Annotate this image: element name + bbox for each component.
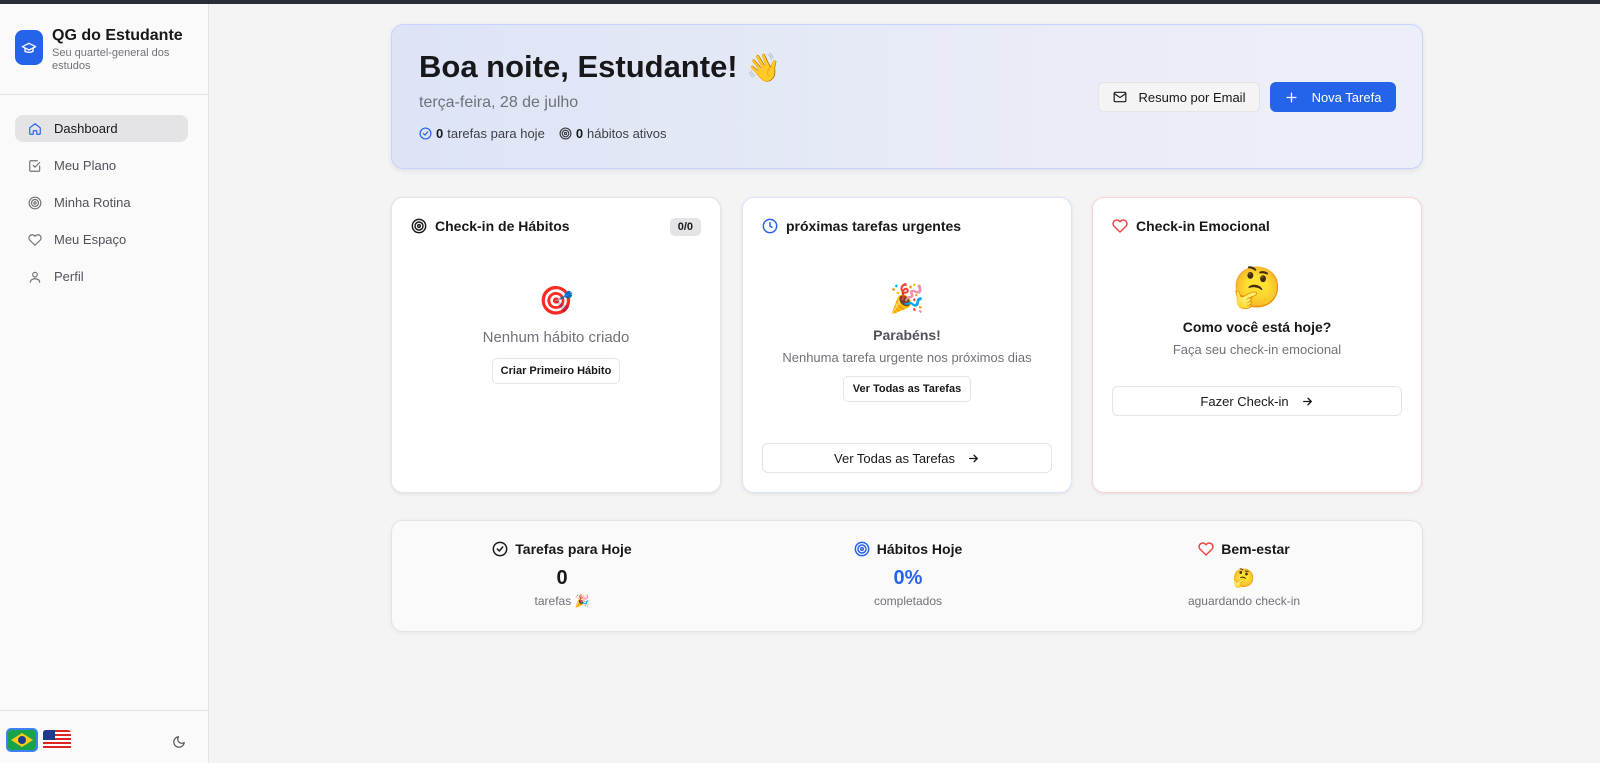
card-title: próximas tarefas urgentes bbox=[762, 218, 961, 234]
sidebar-nav: Dashboard Meu Plano Minha Rotina Meu Esp… bbox=[15, 115, 188, 300]
view-all-tasks-small-button[interactable]: Ver Todas as Tarefas bbox=[843, 376, 971, 402]
hero-stats: 0 tarefas para hoje 0 hábitos ativos bbox=[419, 126, 681, 141]
mail-icon bbox=[1113, 91, 1126, 103]
window-top-bar bbox=[0, 0, 1600, 4]
divider bbox=[0, 710, 208, 711]
check-circle-icon bbox=[492, 541, 508, 557]
summary-wellbeing-sub: aguardando check-in bbox=[1187, 594, 1301, 608]
create-first-habit-button[interactable]: Criar Primeiro Hábito bbox=[492, 358, 620, 384]
summary-habits-title: Hábitos Hoje bbox=[876, 541, 963, 557]
habits-checkin-card: Check-in de Hábitos 0/0 🎯 Nenhum hábito … bbox=[391, 197, 721, 493]
sidebar: QG do Estudante Seu quartel-general dos … bbox=[0, 4, 209, 763]
tasks-count: 0 bbox=[436, 126, 444, 141]
home-icon bbox=[28, 122, 42, 136]
card-title: Check-in de Hábitos bbox=[411, 218, 570, 234]
sidebar-item-meu-plano[interactable]: Meu Plano bbox=[15, 152, 188, 179]
summary-tasks-value: 0 bbox=[556, 567, 568, 589]
empty-habits-text: Nenhum hábito criado bbox=[482, 329, 630, 346]
habits-card-title: Check-in de Hábitos bbox=[435, 218, 570, 234]
urgent-tasks-card: próximas tarefas urgentes 🎉 Parabéns! Ne… bbox=[742, 197, 1072, 493]
check-circle-icon bbox=[419, 127, 432, 140]
congrats-heading: Parabéns! bbox=[873, 327, 941, 343]
current-date: terça-feira, 28 de julho bbox=[419, 94, 579, 111]
clock-icon bbox=[762, 218, 778, 234]
direct-hit-icon: 🎯 bbox=[538, 285, 574, 316]
view-all-tasks-label: Ver Todas as Tarefas bbox=[834, 450, 955, 466]
tasks-label: tarefas para hoje bbox=[447, 126, 545, 141]
summary-habits-sub: completados bbox=[873, 594, 943, 608]
heart-icon bbox=[1112, 219, 1128, 233]
greeting-banner: Boa noite, Estudante! 👋 terça-feira, 28 … bbox=[391, 24, 1423, 169]
party-popper-icon: 🎉 bbox=[889, 283, 925, 314]
moon-icon[interactable] bbox=[172, 735, 188, 751]
heart-icon bbox=[28, 233, 42, 247]
email-summary-label: Resumo por Email bbox=[1138, 89, 1246, 105]
checkbox-icon bbox=[28, 159, 42, 173]
user-icon bbox=[28, 270, 42, 284]
sidebar-item-meu-espaco[interactable]: Meu Espaço bbox=[15, 226, 188, 253]
usa-flag-icon[interactable] bbox=[43, 730, 71, 750]
summary-tasks-sub: tarefas 🎉 bbox=[534, 594, 590, 608]
new-task-button[interactable]: Nova Tarefa bbox=[1270, 82, 1396, 112]
mood-subtext: Faça seu check-in emocional bbox=[1172, 342, 1342, 357]
habits-count: 0 bbox=[575, 126, 584, 141]
sidebar-item-label: Meu Plano bbox=[54, 158, 117, 173]
waving-hand-icon: 👋 bbox=[746, 52, 782, 83]
target-icon bbox=[854, 541, 870, 557]
app-subtitle: Seu quartel-general dos estudos bbox=[52, 47, 170, 72]
target-icon bbox=[28, 196, 42, 210]
graduation-cap-icon bbox=[15, 30, 43, 65]
sidebar-item-label: Dashboard bbox=[54, 121, 118, 136]
summary-tasks-title: Tarefas para Hoje bbox=[515, 541, 632, 557]
email-summary-button[interactable]: Resumo por Email bbox=[1098, 82, 1260, 112]
thinking-face-icon: 🤔 bbox=[1232, 568, 1256, 588]
habits-label: hábitos ativos bbox=[587, 126, 667, 141]
summary-habits: Hábitos Hoje 0% completados bbox=[778, 541, 1038, 608]
card-title: Check-in Emocional bbox=[1112, 218, 1270, 234]
do-checkin-button[interactable]: Fazer Check-in bbox=[1112, 386, 1402, 416]
target-icon bbox=[559, 127, 572, 140]
divider bbox=[0, 94, 208, 95]
new-task-label: Nova Tarefa bbox=[1311, 89, 1382, 105]
arrow-right-icon bbox=[969, 454, 978, 462]
sidebar-item-label: Perfil bbox=[54, 269, 84, 284]
sidebar-item-minha-rotina[interactable]: Minha Rotina bbox=[15, 189, 188, 216]
sidebar-item-label: Meu Espaço bbox=[54, 232, 127, 247]
do-checkin-label: Fazer Check-in bbox=[1200, 393, 1289, 409]
app-title: QG do Estudante bbox=[52, 27, 183, 44]
plus-icon bbox=[1286, 91, 1297, 103]
view-all-tasks-button[interactable]: Ver Todas as Tarefas bbox=[762, 443, 1052, 473]
heart-icon bbox=[1198, 542, 1214, 556]
brand[interactable]: QG do Estudante Seu quartel-general dos … bbox=[15, 26, 187, 73]
summary-wellbeing-title: Bem-estar bbox=[1221, 541, 1290, 557]
summary-wellbeing: Bem-estar 🤔 aguardando check-in bbox=[1114, 541, 1374, 608]
emotional-checkin-card: Check-in Emocional 🤔 Como você está hoje… bbox=[1092, 197, 1422, 493]
sidebar-item-label: Minha Rotina bbox=[54, 195, 131, 210]
no-urgent-tasks-text: Nenhuma tarefa urgente nos próximos dias bbox=[782, 350, 1032, 365]
habits-progress-badge: 0/0 bbox=[669, 218, 701, 236]
greeting-title: Boa noite, Estudante! 👋 bbox=[419, 49, 781, 85]
summary-habits-value: 0% bbox=[893, 567, 923, 589]
arrow-right-icon bbox=[1302, 397, 1312, 405]
greeting-text: Boa noite, Estudante! bbox=[419, 49, 738, 84]
tasks-card-title: próximas tarefas urgentes bbox=[786, 218, 962, 234]
thinking-face-icon: 🤔 bbox=[1232, 266, 1282, 310]
emotional-card-title: Check-in Emocional bbox=[1136, 218, 1270, 234]
sidebar-item-perfil[interactable]: Perfil bbox=[15, 263, 188, 290]
mood-question: Como você está hoje? bbox=[1182, 319, 1332, 335]
brazil-flag-icon[interactable] bbox=[6, 728, 38, 752]
sidebar-item-dashboard[interactable]: Dashboard bbox=[15, 115, 188, 142]
daily-summary: Tarefas para Hoje 0 tarefas 🎉 Hábitos Ho… bbox=[391, 520, 1423, 632]
summary-tasks: Tarefas para Hoje 0 tarefas 🎉 bbox=[432, 541, 692, 608]
target-icon bbox=[411, 218, 427, 234]
